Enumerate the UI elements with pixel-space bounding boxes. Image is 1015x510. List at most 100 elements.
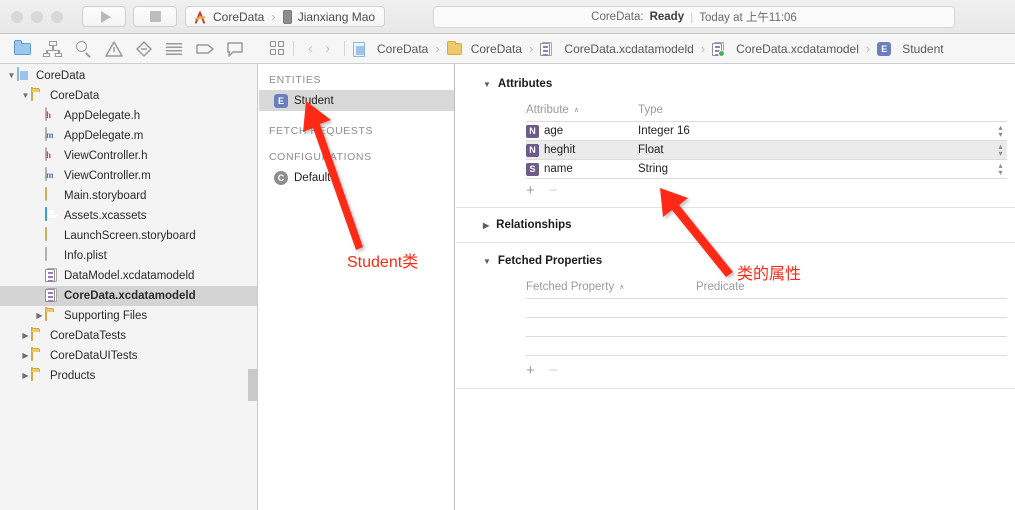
zoom-button[interactable] [51,10,63,23]
forward-button[interactable]: › [319,40,336,57]
tree-item-label: Products [50,370,96,382]
scheme-name: CoreData [213,9,265,24]
disclosure-triangle[interactable] [20,86,31,106]
breadcrumb-item-xcdatamodeld[interactable]: CoreData.xcdatamodeld [540,41,694,57]
fetched-properties-section-header[interactable]: ▼ Fetched Properties [456,243,1015,267]
tree-item-file[interactable]: h ViewController.h [0,146,257,166]
breadcrumb-label: Student [902,41,944,56]
disclosure-triangle[interactable] [34,306,45,326]
tree-item-file[interactable]: m ViewController.m [0,166,257,186]
tree-item-file[interactable]: Main.storyboard [0,186,257,206]
add-fetched-property-button[interactable]: + [526,362,535,379]
device-icon [282,9,292,24]
back-button[interactable]: ‹ [302,40,319,57]
list-icon[interactable] [164,40,184,58]
chevron-down-icon[interactable]: ▼ [483,80,491,89]
tree-item-file[interactable]: Assets.xcassets [0,206,257,226]
column-header-type[interactable]: Type [638,104,1007,116]
type-stepper-icon[interactable]: ▴ ▾ [996,143,1005,158]
source-file-icon: m [45,127,59,144]
section-divider [456,388,1015,389]
grid-icon[interactable] [270,41,285,56]
tree-item-label: CoreData [36,70,86,82]
run-button[interactable] [82,6,126,27]
table-row[interactable] [526,336,1007,355]
tree-item-selected-file[interactable]: CoreData.xcdatamodeld [0,286,257,306]
breadcrumb-item-project[interactable]: CoreData [353,41,428,57]
toolbar: CoreData › Jianxiang Mao CoreData: Ready… [0,0,1015,34]
disclosure-triangle[interactable] [20,326,31,346]
hierarchy-icon[interactable] [43,40,63,58]
minimize-button[interactable] [31,10,43,23]
folder-icon[interactable] [13,39,33,58]
tag-icon[interactable] [195,40,215,58]
breadcrumb-item-group[interactable]: CoreData [446,41,522,57]
tree-item-label: CoreDataUITests [50,350,138,362]
project-navigator[interactable]: CoreData CoreData h AppDelegate.h m AppD… [0,64,258,510]
breadcrumb-separator: › [865,41,871,56]
tree-item-file[interactable]: m AppDelegate.m [0,126,257,146]
configuration-item-default[interactable]: C Default [259,167,454,188]
tree-item-group[interactable]: Supporting Files [0,306,257,326]
tree-item-group[interactable]: Products [0,366,257,386]
table-row[interactable]: S name String ▴ ▾ [526,159,1007,178]
table-row[interactable] [526,317,1007,336]
tree-item-file[interactable]: LaunchScreen.storyboard [0,226,257,246]
diamond-icon[interactable] [134,40,154,58]
table-row[interactable]: N heghit Float ▴ ▾ [526,140,1007,159]
attribute-type[interactable]: Integer 16 [638,125,996,137]
attribute-name[interactable]: heghit [544,144,575,156]
remove-attribute-button[interactable]: − [549,182,558,199]
entity-item-student[interactable]: E Student [259,90,454,111]
stop-button[interactable] [133,6,177,27]
attributes-section-header[interactable]: ▼ Attributes [456,64,1015,90]
breadcrumb-separator: › [529,41,534,56]
breadcrumb-label: CoreData.xcdatamodel [736,41,859,56]
column-header-predicate[interactable]: Predicate [696,281,1007,293]
type-stepper-icon[interactable]: ▴ ▾ [996,162,1005,177]
breadcrumb-item-xcdatamodel[interactable]: CoreData.xcdatamodel [712,41,859,57]
attributes-table-header: Attribute ∧ Type [526,99,1007,121]
table-row[interactable] [526,298,1007,317]
tree-item-label: AppDelegate.h [64,110,141,122]
attribute-name[interactable]: age [544,125,563,137]
attribute-name[interactable]: name [544,163,573,175]
tree-item-project[interactable]: CoreData [0,66,257,86]
entity-icon: E [877,41,892,56]
data-model-editor: ▼ Attributes Attribute ∧ Type N age Inte… [456,64,1015,510]
search-icon[interactable] [74,40,94,58]
disclosure-triangle[interactable] [6,66,17,86]
tree-item-file[interactable]: DataModel.xcdatamodeld [0,266,257,286]
relationships-section-header[interactable]: ▶ Relationships [456,208,1015,242]
attributes-title: Attributes [497,78,553,90]
breadcrumb-item-entity[interactable]: E Student [877,41,944,56]
fetched-properties-title: Fetched Properties [497,255,603,267]
remove-fetched-property-button[interactable]: − [549,362,558,379]
chevron-down-icon[interactable]: ▼ [483,257,491,266]
configurations-section-header: CONFIGURATIONS [269,151,372,163]
folder-icon [31,367,45,384]
tree-item-group[interactable]: CoreData [0,86,257,106]
folder-icon [31,347,45,364]
column-header-fetched-property[interactable]: Fetched Property ∧ [526,281,696,293]
chevron-right-icon[interactable]: ▶ [483,221,489,230]
attribute-type[interactable]: Float [638,144,996,156]
tree-item-file[interactable]: h AppDelegate.h [0,106,257,126]
attribute-type[interactable]: String [638,163,996,175]
tree-item-group[interactable]: CoreDataTests [0,326,257,346]
disclosure-triangle[interactable] [20,346,31,366]
type-stepper-icon[interactable]: ▴ ▾ [996,124,1005,139]
warning-triangle-icon[interactable] [104,40,124,58]
tree-item-group[interactable]: CoreDataUITests [0,346,257,366]
close-button[interactable] [11,10,23,23]
table-row[interactable]: N age Integer 16 ▴ ▾ [526,121,1007,140]
navigator-scrollbar-thumb[interactable] [248,369,257,401]
tree-item-file[interactable]: Info.plist [0,246,257,266]
comment-icon[interactable] [225,40,245,58]
add-attribute-button[interactable]: + [526,182,535,199]
attribute-type-badge: N [526,143,539,157]
disclosure-triangle[interactable] [20,366,31,386]
tree-item-label: ViewController.h [64,150,148,162]
column-header-attribute[interactable]: Attribute ∧ [526,104,638,116]
scheme-selector[interactable]: CoreData › Jianxiang Mao [185,6,386,27]
